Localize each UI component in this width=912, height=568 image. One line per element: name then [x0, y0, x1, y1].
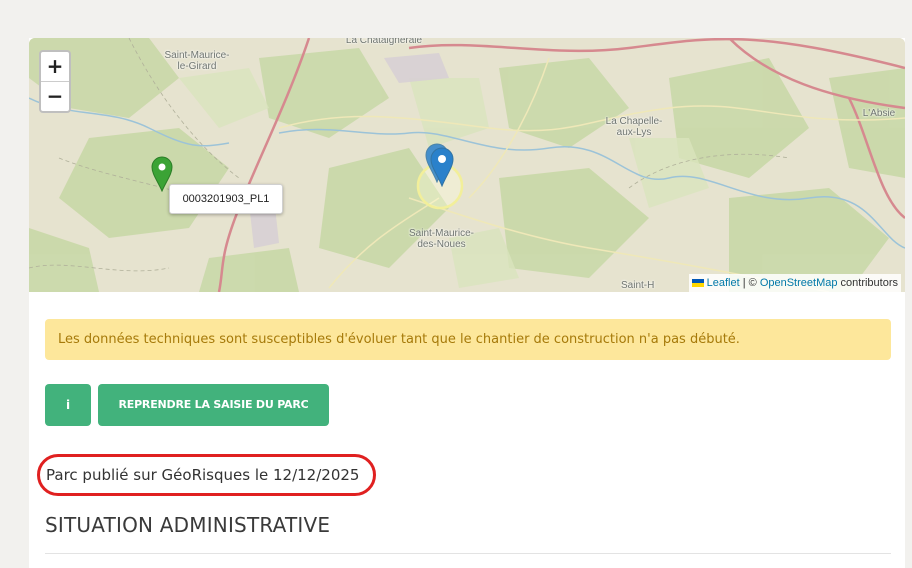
zoom-out-button[interactable]: − — [41, 81, 69, 111]
attribution-suffix: contributors — [837, 277, 898, 289]
technical-data-warning: Les données techniques sont susceptibles… — [45, 319, 891, 360]
red-highlight-annotation — [37, 454, 376, 496]
attribution-separator: | © — [739, 277, 760, 289]
section-divider — [45, 553, 891, 554]
map[interactable]: Saint-Maurice- le-Girard La Châtaignerai… — [29, 38, 905, 292]
zoom-control: + − — [39, 50, 71, 113]
ukraine-flag-icon — [691, 279, 704, 287]
place-label-la-chapelle-aux-lys: La Chapelle- aux-Lys — [605, 116, 663, 138]
place-label-labsie: L'Absie — [862, 108, 896, 119]
map-attribution: Leaflet | © OpenStreetMap contributors — [688, 274, 901, 292]
resume-park-entry-button[interactable]: REPRENDRE LA SAISIE DU PARC — [98, 384, 329, 426]
blue-marker-icon[interactable] — [430, 147, 454, 187]
marker-tooltip: 0003201903_PL1 — [169, 184, 283, 214]
info-button[interactable]: i — [45, 384, 91, 426]
place-label-saint-maurice-des-noues: Saint-Maurice- des-Noues — [408, 228, 475, 250]
place-label-la-chataigneraie: La Châtaigneraie — [345, 38, 423, 46]
place-label-saint-maurice-le-girard: Saint-Maurice- le-Girard — [164, 50, 230, 72]
place-label-saint-h: Saint-H — [621, 280, 655, 291]
leaflet-link[interactable]: Leaflet — [707, 277, 740, 289]
section-title-administrative: SITUATION ADMINISTRATIVE — [45, 513, 331, 537]
zoom-in-button[interactable]: + — [41, 52, 69, 81]
openstreetmap-link[interactable]: OpenStreetMap — [760, 277, 838, 289]
